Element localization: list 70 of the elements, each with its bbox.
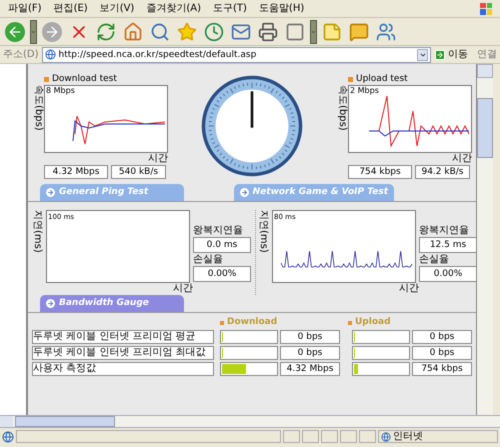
go-button[interactable]: 이동 (434, 48, 468, 60)
speed-value: 754 kbps (348, 165, 412, 179)
globe-icon (381, 432, 391, 442)
forward-icon[interactable] (40, 20, 64, 44)
status-pane (302, 430, 319, 443)
zone-label: 인터넷 (393, 430, 423, 442)
rate-value: 540 kB/s (111, 165, 166, 179)
axis-label: 지연(ms) (31, 210, 43, 255)
vertical-scrollbar[interactable] (477, 64, 493, 415)
gauge-value: 0 bps (280, 330, 340, 344)
tab-label: Bandwidth Gauge (59, 296, 149, 310)
scale-label: 8 Mbps (46, 86, 75, 96)
loss-value: 0.00% (193, 266, 251, 282)
bullet-icon (348, 320, 352, 324)
delay-value: 0.0 ms (193, 237, 251, 253)
axis-label: 속도(bps) (32, 85, 44, 133)
row-label: 사용자 측정값 (32, 362, 214, 376)
row-label: 두루넷 케이블 인터넷 프리미엄 최대값 (32, 346, 214, 360)
speed-value: 4.32 Mbps (44, 165, 108, 179)
dropdown-handle[interactable] (310, 20, 317, 44)
status-pane (283, 430, 300, 443)
menu-item[interactable]: 파일(F) (8, 2, 42, 14)
column-header: Upload (355, 317, 391, 328)
gauge-value: 0 bps (412, 346, 472, 360)
page-icon (2, 430, 14, 442)
status-pane (359, 430, 376, 443)
back-icon[interactable] (3, 20, 27, 44)
menu-item[interactable]: 즐겨찾기(A) (146, 2, 201, 14)
dropdown-icon[interactable] (417, 48, 428, 60)
gauge-value: 754 kbps (412, 362, 472, 376)
delay-label: 왕복지연율 (419, 224, 470, 237)
bullet-icon (44, 77, 49, 82)
menu-item[interactable]: 도구(T) (213, 2, 247, 14)
menu-item[interactable]: 도움말(H) (258, 2, 304, 14)
loss-label: 손실율 (419, 253, 450, 266)
loss-label: 손실율 (193, 253, 224, 266)
tab-label: General Ping Test (59, 186, 148, 199)
delay-value: 12.5 ms (419, 237, 477, 253)
gauge-value: 0 bps (280, 346, 340, 360)
row-label: 두루넷 케이블 인터넷 프리미엄 평균 (32, 330, 214, 344)
address-label: 주소(D) (3, 48, 39, 62)
horizontal-scrollbar[interactable] (0, 415, 500, 428)
bullet-icon (220, 320, 224, 324)
rate-value: 94.2 kB/s (415, 165, 470, 179)
address-text: http://speed.nca.or.kr/speedtest/default.asp (58, 48, 258, 60)
windows-logo-icon (480, 2, 492, 14)
status-pane (321, 430, 338, 443)
loss-value: 0.00% (419, 266, 477, 282)
scale-label: 2 Mbps (350, 86, 379, 96)
axis-label: 시간 (399, 283, 419, 295)
gauge-value: 0 bps (412, 330, 472, 344)
menu-item[interactable]: 보기(V) (100, 2, 134, 14)
status-pane (340, 430, 357, 443)
axis-label: 지연(ms) (257, 210, 269, 255)
menu-item[interactable]: 편집(E) (54, 2, 88, 14)
tab-label: Network Game & VoIP Test (252, 186, 388, 199)
axis-label: 속도(bps) (336, 85, 348, 133)
test-title: Upload test (356, 74, 408, 85)
test-title: Download test (52, 74, 117, 85)
gauge-value: 4.32 Mbps (280, 362, 340, 376)
page-icon (44, 49, 56, 60)
links-label[interactable]: 연결 (471, 47, 497, 62)
column-header: Download (227, 317, 278, 328)
dropdown-handle[interactable] (30, 20, 37, 44)
axis-label: 시간 (452, 153, 472, 165)
delay-label: 왕복지연율 (193, 224, 244, 237)
axis-label: 시간 (148, 153, 168, 165)
bullet-icon (348, 77, 353, 82)
address-field[interactable]: http://speed.nca.or.kr/speedtest/default.asp (42, 46, 431, 62)
axis-label: 시간 (173, 283, 193, 295)
